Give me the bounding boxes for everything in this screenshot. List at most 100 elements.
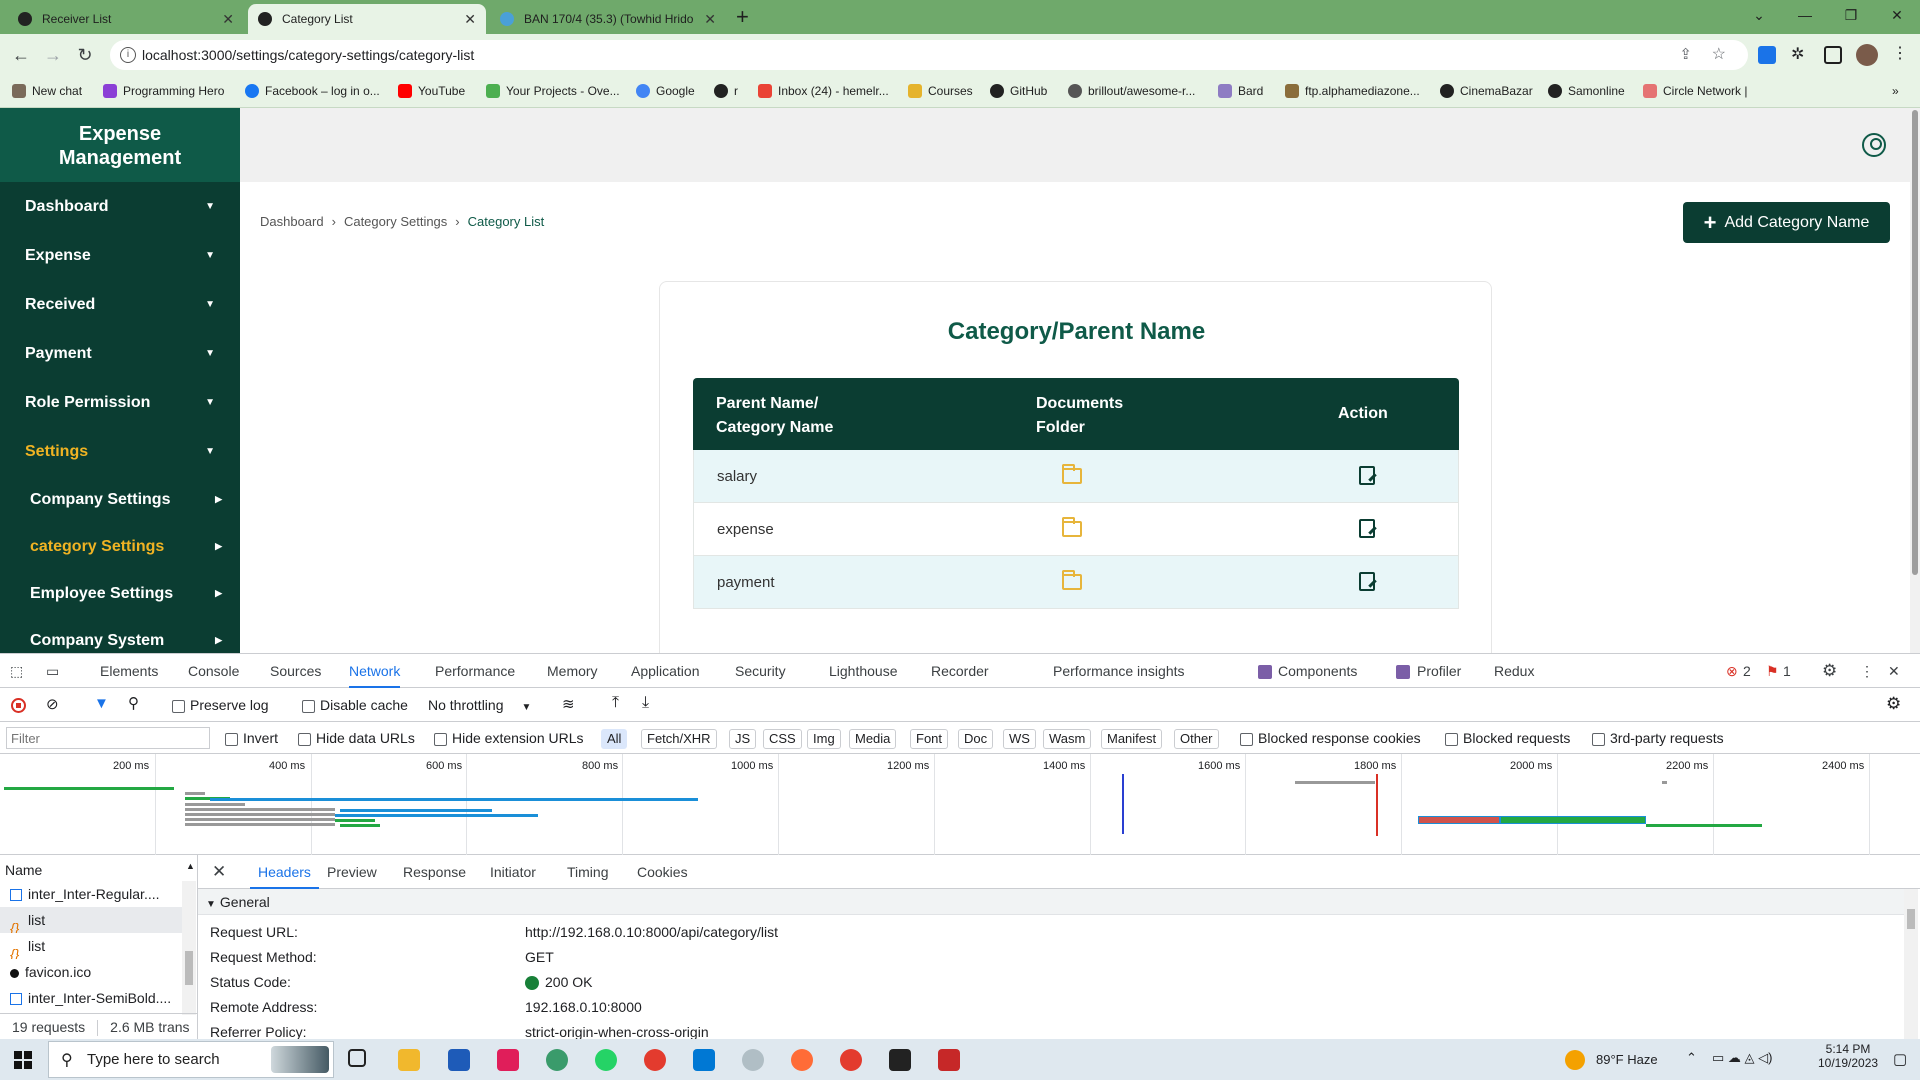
- request-row[interactable]: inter_Inter-SemiBold....: [0, 985, 182, 1011]
- sidebar-item-dashboard[interactable]: Dashboard ▼: [0, 182, 240, 231]
- preserve-log-checkbox[interactable]: Preserve log: [172, 697, 269, 713]
- blocked-requests-checkbox[interactable]: Blocked requests: [1445, 730, 1570, 746]
- folder-icon[interactable]: [1062, 464, 1082, 484]
- device-toolbar-icon[interactable]: ▭: [46, 654, 59, 688]
- tab-performance[interactable]: Performance: [435, 654, 515, 688]
- add-category-button[interactable]: + Add Category Name: [1683, 202, 1890, 243]
- sidebar-subitem-employee-settings[interactable]: Employee Settings ▶: [0, 570, 240, 617]
- taskbar-search[interactable]: ⚲ Type here to search: [48, 1041, 334, 1078]
- tab-sources[interactable]: Sources: [270, 654, 321, 688]
- filter-type-all[interactable]: All: [601, 729, 628, 749]
- settings-gear-icon[interactable]: ⚙: [1822, 654, 1837, 688]
- filter-type-css[interactable]: CSS: [763, 729, 802, 749]
- bookmark-item[interactable]: Courses: [908, 84, 973, 98]
- third-party-requests-checkbox[interactable]: 3rd-party requests: [1592, 730, 1724, 746]
- bookmark-item[interactable]: YouTube: [398, 84, 465, 98]
- close-devtools-icon[interactable]: ✕: [1888, 654, 1900, 688]
- weather-icon[interactable]: [1565, 1050, 1585, 1070]
- name-column-header[interactable]: Name: [5, 862, 42, 878]
- omnibox[interactable]: i localhost:3000/settings/category-setti…: [110, 40, 1748, 70]
- clock[interactable]: 5:14 PM 10/19/2023: [1818, 1042, 1878, 1070]
- filter-type-fetch-xhr[interactable]: Fetch/XHR: [641, 729, 717, 749]
- kebab-menu-icon[interactable]: ⋮: [1860, 654, 1874, 688]
- bookmark-item[interactable]: brillout/awesome-r...: [1068, 84, 1195, 98]
- folder-icon[interactable]: [1062, 570, 1082, 590]
- tab-console[interactable]: Console: [188, 654, 239, 688]
- general-section-header[interactable]: ▼ General: [198, 889, 1904, 915]
- kebab-menu-icon[interactable]: ⋮: [1892, 43, 1908, 63]
- filter-type-font[interactable]: Font: [910, 729, 949, 749]
- side-panel-icon[interactable]: [1824, 46, 1842, 64]
- edit-icon[interactable]: [1359, 572, 1375, 591]
- bookmark-item[interactable]: GitHub: [990, 84, 1047, 98]
- name-scrollbar[interactable]: [182, 881, 196, 1015]
- network-settings-icon[interactable]: ⚙: [1886, 694, 1901, 714]
- network-conditions-icon[interactable]: ≋: [562, 695, 575, 713]
- notification-icon[interactable]: ▢: [1893, 1050, 1907, 1068]
- throttling-select[interactable]: No throttling ▼: [428, 697, 531, 713]
- tab-initiator[interactable]: Initiator: [490, 855, 536, 889]
- sidebar-subitem-category-settings[interactable]: category Settings ▶: [0, 523, 240, 570]
- vscode-icon[interactable]: [693, 1049, 715, 1071]
- tab-recorder[interactable]: Recorder: [931, 654, 989, 688]
- tab-search-icon[interactable]: ⌄: [1736, 0, 1782, 30]
- sidebar-item-settings[interactable]: Settings ▼: [0, 427, 240, 476]
- extension-icon[interactable]: [1758, 46, 1776, 64]
- disable-cache-checkbox[interactable]: Disable cache: [302, 697, 408, 713]
- restore-button[interactable]: ❐: [1828, 0, 1874, 30]
- close-icon[interactable]: ✕: [222, 11, 234, 28]
- weather-text[interactable]: 89°F Haze: [1596, 1052, 1658, 1067]
- tab-response[interactable]: Response: [403, 855, 466, 889]
- tab-preview[interactable]: Preview: [327, 855, 377, 889]
- bookmark-item[interactable]: Facebook – log in o...: [245, 84, 380, 98]
- filter-type-img[interactable]: Img: [807, 729, 841, 749]
- search-icon[interactable]: ⚲: [128, 694, 139, 712]
- chrome-icon[interactable]: [644, 1049, 666, 1071]
- filter-input[interactable]: [6, 727, 210, 749]
- filter-type-ws[interactable]: WS: [1003, 729, 1036, 749]
- tab-network[interactable]: Network: [349, 654, 401, 688]
- issue-flag-icon[interactable]: ⚑: [1766, 654, 1779, 688]
- bookmark-item[interactable]: Circle Network |: [1643, 84, 1747, 98]
- chevron-up-icon[interactable]: ⌃: [1686, 1050, 1697, 1066]
- bookmark-item[interactable]: ftp.alphamediazone...: [1285, 84, 1420, 98]
- store-icon[interactable]: [448, 1049, 470, 1071]
- back-icon[interactable]: ←: [10, 44, 32, 66]
- tab-headers[interactable]: Headers: [250, 855, 319, 889]
- folder-icon[interactable]: [1062, 517, 1082, 537]
- request-row-selected[interactable]: {}list: [0, 907, 182, 933]
- tab-cookies[interactable]: Cookies: [637, 855, 688, 889]
- bookmark-item[interactable]: New chat: [12, 84, 82, 98]
- sidebar-subitem-company-system[interactable]: Company System ▶: [0, 617, 240, 653]
- blocked-response-cookies-checkbox[interactable]: Blocked response cookies: [1240, 730, 1421, 746]
- windows-start-icon[interactable]: [14, 1051, 32, 1069]
- network-overview-timeline[interactable]: 200 ms 400 ms 600 ms 800 ms 1000 ms 1200…: [0, 754, 1920, 855]
- page-scrollbar[interactable]: [1910, 108, 1920, 653]
- tab-lighthouse[interactable]: Lighthouse: [829, 654, 898, 688]
- bookmark-item[interactable]: Bard: [1218, 84, 1263, 98]
- slack-icon[interactable]: [497, 1049, 519, 1071]
- request-row[interactable]: {}list: [0, 933, 182, 959]
- url-text[interactable]: localhost:3000/settings/category-setting…: [142, 47, 474, 63]
- tab-components[interactable]: Components: [1278, 654, 1357, 688]
- more-bookmarks-icon[interactable]: »: [1892, 84, 1899, 98]
- clear-icon[interactable]: ⊘: [46, 695, 59, 713]
- bookmark-item[interactable]: r: [714, 84, 738, 98]
- reload-icon[interactable]: ↻: [74, 44, 96, 66]
- chrome-profile-icon[interactable]: [840, 1049, 862, 1071]
- inspect-icon[interactable]: ⬚: [10, 654, 23, 688]
- close-window-button[interactable]: ✕: [1874, 0, 1920, 30]
- record-stop-icon[interactable]: [11, 698, 26, 713]
- user-avatar-icon[interactable]: [1862, 133, 1886, 157]
- tab-performance-insights[interactable]: Performance insights: [1053, 654, 1185, 688]
- export-har-icon[interactable]: ⤓: [642, 694, 649, 712]
- forward-icon[interactable]: →: [42, 44, 64, 66]
- close-detail-icon[interactable]: ✕: [212, 855, 226, 889]
- issue-count[interactable]: 1: [1783, 654, 1791, 688]
- bookmark-item[interactable]: Samonline: [1548, 84, 1625, 98]
- breadcrumb-item[interactable]: Dashboard: [260, 214, 324, 229]
- error-count[interactable]: 2: [1743, 654, 1751, 688]
- browser-tab[interactable]: BAN 170/4 (35.3) (Towhid Hrido ✕: [490, 4, 726, 34]
- hide-data-urls-checkbox[interactable]: Hide data URLs: [298, 730, 415, 746]
- bookmark-star-icon[interactable]: ☆: [1712, 44, 1726, 64]
